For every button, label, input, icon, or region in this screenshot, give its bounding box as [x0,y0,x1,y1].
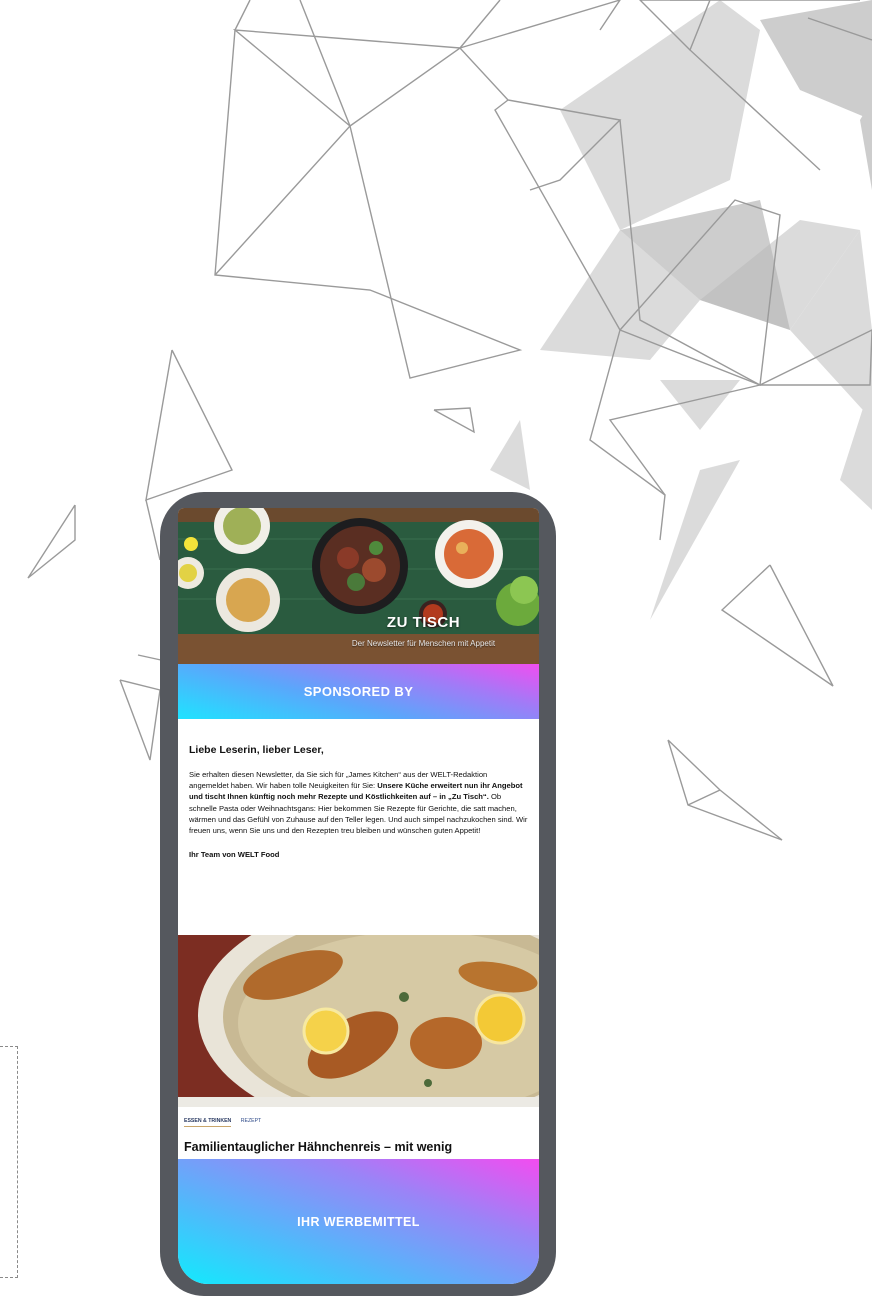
article-tags: ESSEN & TRINKEN REZEPT [184,1118,261,1127]
welcome-letter: Liebe Leserin, lieber Leser, Sie erhalte… [189,744,529,867]
article-title[interactable]: Familientauglicher Hähnchenreis – mit we… [184,1140,452,1154]
dashed-placeholder-frame [0,1046,18,1278]
hero-banner: ZU TISCH Der Newsletter für Menschen mit… [178,508,539,664]
tag-type[interactable]: REZEPT [241,1118,261,1124]
ad-placement[interactable]: IHR WERBEMITTEL [178,1159,539,1284]
chicken-rice-photo [178,935,539,1107]
letter-signoff: Ihr Team von WELT Food [189,850,280,860]
sponsored-banner[interactable]: SPONSORED BY [178,664,539,719]
ad-label: IHR WERBEMITTEL [297,1214,420,1229]
article-image[interactable] [178,935,539,1107]
tag-category[interactable]: ESSEN & TRINKEN [184,1118,232,1127]
newsletter-subtitle: Der Newsletter für Menschen mit Appetit [351,639,496,648]
sponsored-label: SPONSORED BY [303,684,414,699]
letter-paragraph: Sie erhalten diesen Newsletter, da Sie s… [189,769,529,836]
letter-greeting: Liebe Leserin, lieber Leser, [189,744,324,756]
newsletter-title: ZU TISCH [386,614,461,631]
newsletter-screen[interactable]: ZU TISCH Der Newsletter für Menschen mit… [178,508,539,1284]
